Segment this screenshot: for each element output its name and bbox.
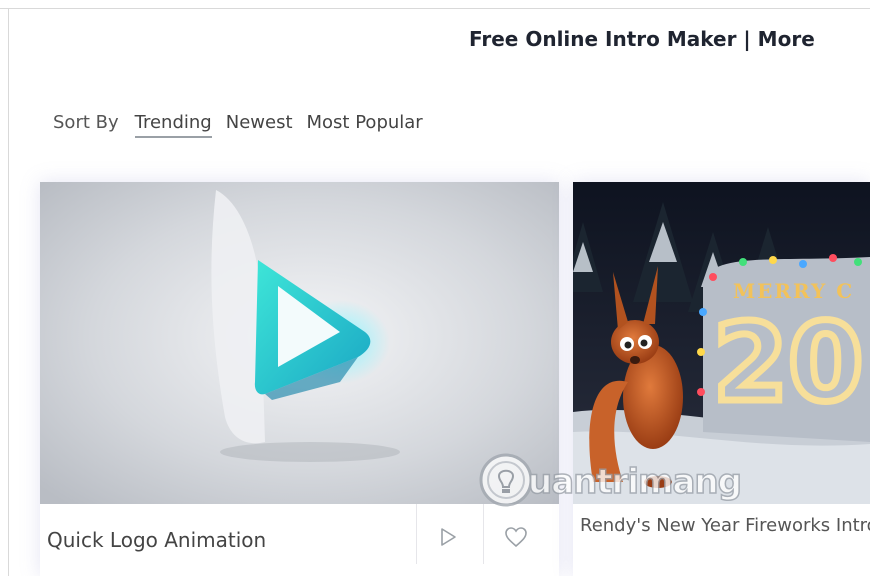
play-icon	[438, 527, 458, 551]
template-thumbnail[interactable]: MERRY C 20	[573, 182, 870, 504]
sort-bar: Sort By Trending Newest Most Popular	[53, 112, 437, 138]
frame-border-top	[0, 8, 870, 9]
footer-divider	[483, 504, 484, 564]
thumb-text-year: 20	[713, 301, 863, 426]
sort-option-trending[interactable]: Trending	[134, 112, 212, 138]
frame-border-left	[8, 8, 9, 576]
play-button[interactable]	[431, 524, 465, 554]
sort-label: Sort By	[53, 112, 119, 133]
heart-icon	[504, 526, 528, 552]
template-card-new-year-fireworks[interactable]: MERRY C 20 Rendy's New Year Fireworks In…	[573, 182, 870, 576]
thumb-text-merry: MERRY C	[733, 279, 854, 303]
card-title[interactable]: Quick Logo Animation	[47, 528, 266, 552]
sort-option-newest[interactable]: Newest	[226, 112, 293, 133]
card-footer: Rendy's New Year Fireworks Intro	[573, 504, 870, 576]
footer-divider	[416, 504, 417, 564]
sort-option-most-popular[interactable]: Most Popular	[307, 112, 423, 133]
favorite-button[interactable]	[499, 524, 533, 554]
template-thumbnail[interactable]	[40, 182, 559, 504]
template-card-quick-logo[interactable]: Quick Logo Animation	[40, 182, 559, 576]
page-title: Free Online Intro Maker | More	[469, 27, 815, 51]
card-footer: Quick Logo Animation	[40, 504, 559, 576]
card-title[interactable]: Rendy's New Year Fireworks Intro	[580, 514, 870, 538]
